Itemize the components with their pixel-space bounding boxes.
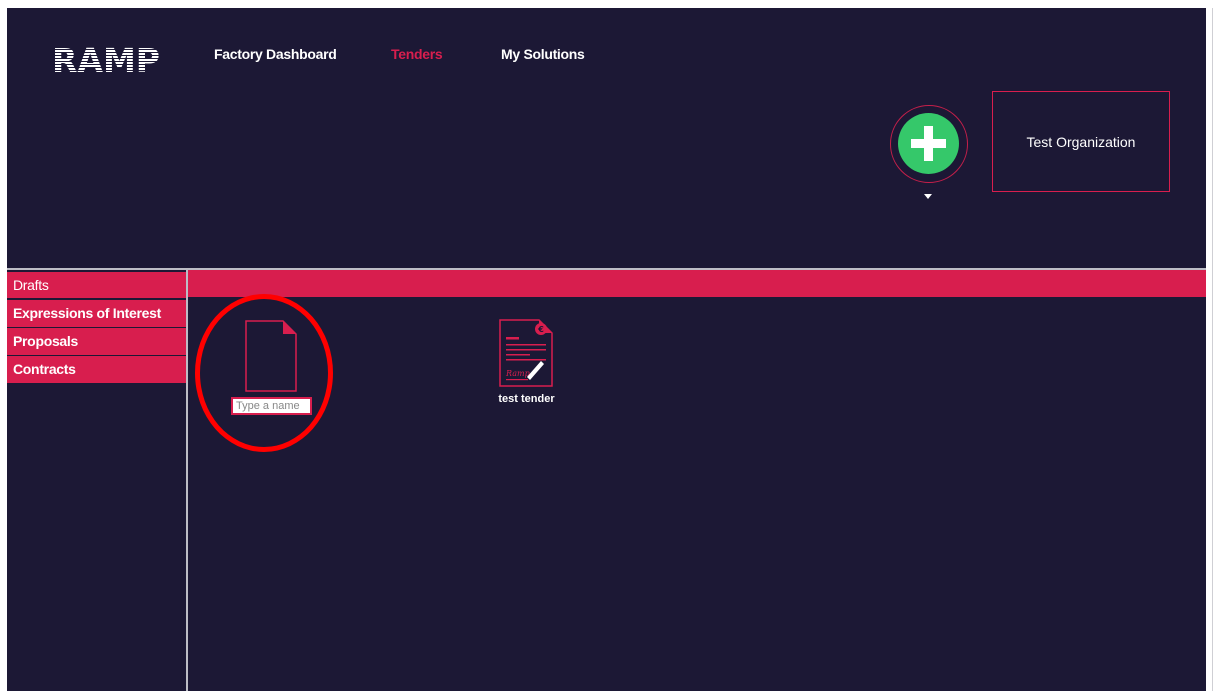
logo-text: RAMP: [52, 44, 160, 76]
caret-down-icon[interactable]: [924, 194, 932, 199]
sidebar-divider: [186, 270, 188, 691]
document-icon[interactable]: [245, 320, 297, 392]
sidebar-item-proposals[interactable]: Proposals: [7, 328, 186, 355]
nav-factory-dashboard[interactable]: Factory Dashboard: [214, 46, 337, 62]
plus-icon: [911, 126, 946, 161]
new-item-name-input[interactable]: [231, 397, 312, 415]
sidebar: Drafts Expressions of Interest Proposals…: [7, 270, 187, 691]
tender-item[interactable]: € Ramp test tender: [479, 319, 574, 409]
signature-text: Ramp: [505, 369, 530, 378]
add-button-fill: [898, 113, 959, 174]
ramp-logo[interactable]: RAMP: [52, 44, 170, 76]
sidebar-item-drafts[interactable]: Drafts: [7, 272, 186, 298]
sidebar-item-contracts[interactable]: Contracts: [7, 356, 186, 383]
tender-name: test tender: [498, 393, 555, 405]
content-header-bar: [188, 270, 1206, 297]
currency-symbol: €: [537, 325, 544, 334]
organization-button[interactable]: Test Organization: [992, 91, 1170, 192]
tender-document-icon: € Ramp: [499, 319, 553, 387]
app-window: RAMP Factory Dashboard Tenders My Soluti…: [7, 8, 1206, 691]
sidebar-item-expressions-of-interest[interactable]: Expressions of Interest: [7, 300, 186, 327]
nav-my-solutions[interactable]: My Solutions: [501, 46, 585, 62]
nav-tenders[interactable]: Tenders: [391, 46, 443, 62]
organization-name: Test Organization: [1026, 133, 1136, 150]
add-button[interactable]: [890, 105, 968, 183]
scrollbar[interactable]: [1212, 8, 1213, 691]
